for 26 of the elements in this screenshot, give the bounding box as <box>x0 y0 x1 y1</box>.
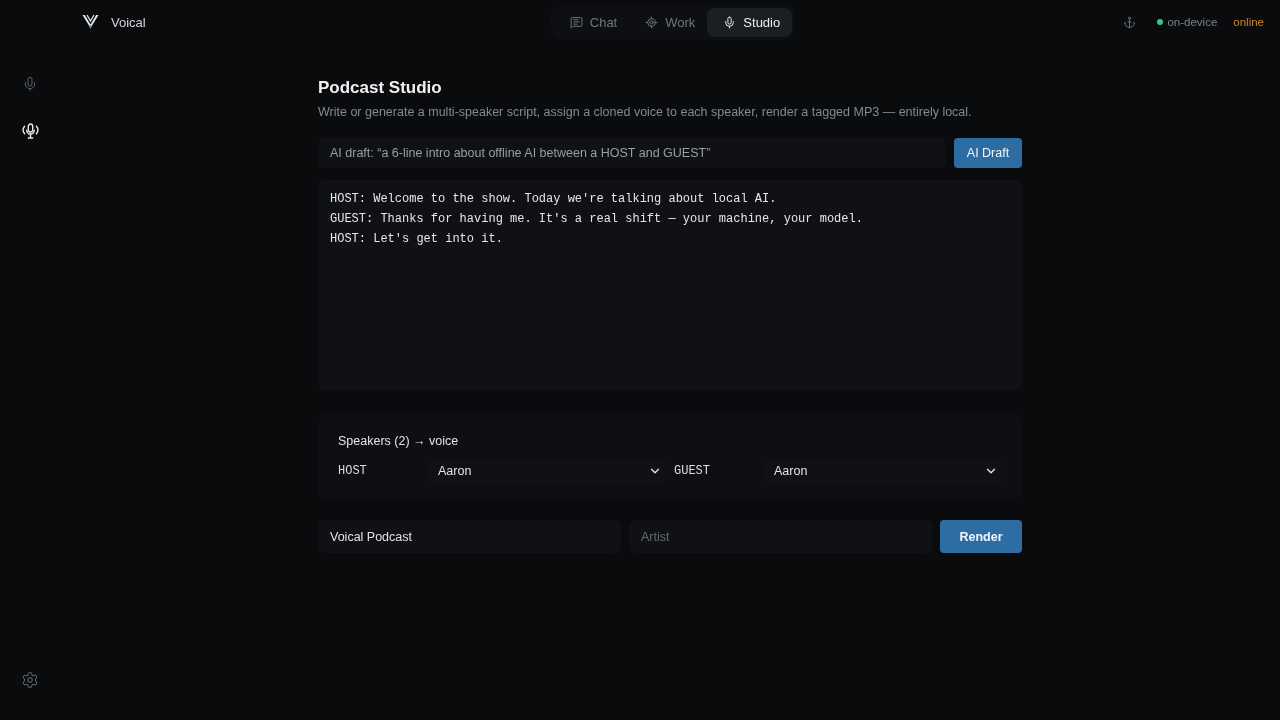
page-title: Podcast Studio <box>318 78 443 98</box>
speaker-name: GUEST <box>674 464 711 478</box>
target-icon <box>645 15 659 29</box>
logo-icon <box>82 14 99 30</box>
render-button[interactable]: Render <box>940 520 1022 553</box>
ai-draft-button[interactable]: AI Draft <box>954 138 1022 168</box>
microphone-icon <box>723 15 737 29</box>
microphone-icon <box>22 76 38 92</box>
settings-icon <box>21 671 39 689</box>
microphone-waves-icon <box>21 123 39 139</box>
app-name: Voical <box>111 14 146 30</box>
speakers-heading: Speakers (2) → voice <box>338 433 460 450</box>
page-subtitle: Write or generate a multi-speaker script, assign a cloned voice to each speaker, render a tagged MP3 — entirely local. <box>318 104 973 121</box>
draft-prompt-field[interactable]: AI draft: “a 6-line intro about offline AI between a HOST and GUEST” <box>318 138 946 168</box>
artist-field[interactable]: Artist <box>629 520 932 553</box>
speaker-name: HOST <box>338 464 368 478</box>
nav-tab[interactable]: Work <box>629 7 708 37</box>
status-dot-icon <box>1157 19 1164 25</box>
title-field[interactable]: Voical Podcast <box>318 520 621 553</box>
connection-status: online <box>1233 16 1264 28</box>
anchor-icon[interactable] <box>1123 15 1137 29</box>
script-editor[interactable]: HOST: Welcome to the show. Today we're talking about local AI. GUEST: Thanks for having me. It's a real shift — your machine, your model. HOST: Let's get into it. <box>318 180 1022 390</box>
nav-tab[interactable]: Studio <box>707 7 793 37</box>
nav-tab[interactable]: Chat <box>553 7 630 37</box>
chat-bubble-icon <box>569 15 583 29</box>
mode-status: on-device <box>1167 16 1218 28</box>
